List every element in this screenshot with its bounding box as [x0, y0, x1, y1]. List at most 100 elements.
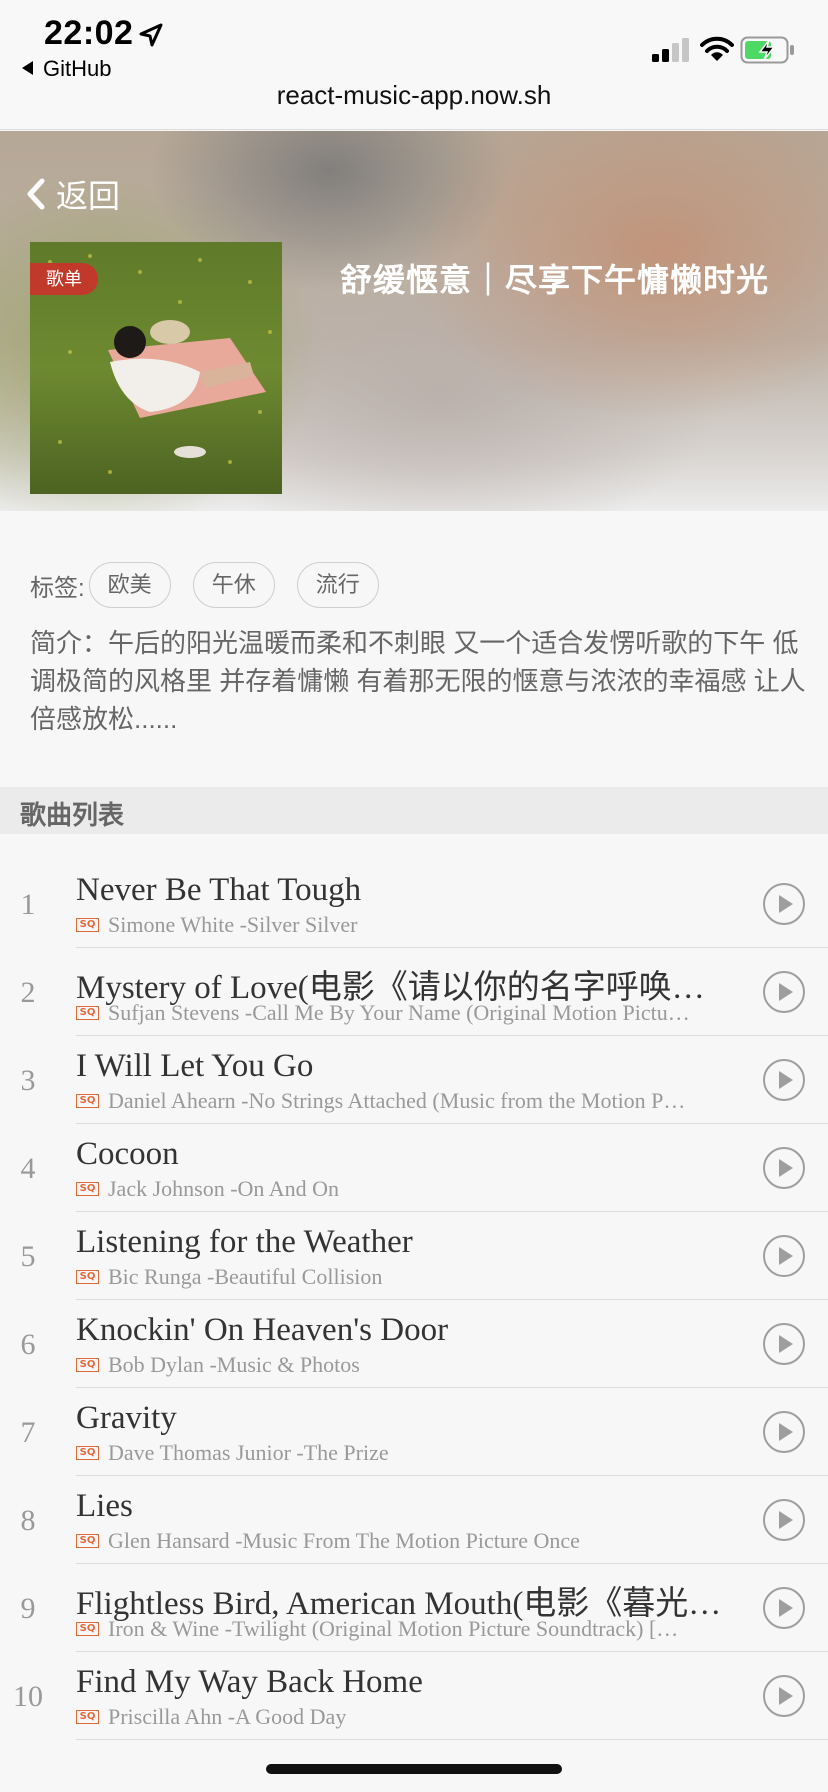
- song-artist-album: Jack Johnson -On And On: [108, 1176, 339, 1201]
- song-body: Listening for the Weather SQ Bic Runga -Be…: [76, 1212, 828, 1300]
- play-circle-icon[interactable]: [762, 882, 806, 926]
- song-row[interactable]: 7 Gravity SQ Dave Thomas Junior -The Prize: [0, 1388, 828, 1476]
- song-row[interactable]: 8 Lies SQ Glen Hansard -Music From The Moti…: [0, 1476, 828, 1564]
- song-index: 8: [20, 1504, 36, 1537]
- play-circle-icon[interactable]: [762, 1410, 806, 1454]
- battery-charging-icon: [740, 36, 794, 64]
- sq-quality-icon: SQ: [76, 1182, 99, 1196]
- song-title: Find My Way Back Home: [76, 1664, 423, 1700]
- song-index: 7: [20, 1416, 36, 1449]
- song-title: I Will Let You Go: [76, 1048, 314, 1084]
- song-artist-album: Dave Thomas Junior -The Prize: [108, 1440, 389, 1465]
- song-body: I Will Let You Go SQ Daniel Ahearn -No Str…: [76, 1036, 828, 1124]
- song-body: Lies SQ Glen Hansard -Music From The Motio…: [76, 1476, 828, 1564]
- song-title: Listening for the Weather: [76, 1224, 413, 1260]
- play-circle-icon[interactable]: [762, 1146, 806, 1190]
- play-circle-icon[interactable]: [762, 1586, 806, 1630]
- song-meta: SQ Bic Runga -Beautiful Collision: [76, 1264, 740, 1290]
- play-circle-icon[interactable]: [762, 1322, 806, 1366]
- song-row[interactable]: 10 Find My Way Back Home SQ Priscilla Ahn -…: [0, 1652, 828, 1740]
- song-row[interactable]: 1 Never Be That Tough SQ Simone White -Silv…: [0, 860, 828, 948]
- sq-quality-icon: SQ: [76, 1534, 99, 1548]
- wifi-icon: [700, 36, 734, 61]
- song-artist-album: Bic Runga -Beautiful Collision: [108, 1264, 383, 1289]
- song-body: Cocoon SQ Jack Johnson -On And On: [76, 1124, 828, 1212]
- song-index: 1: [20, 888, 36, 921]
- home-indicator[interactable]: [266, 1764, 562, 1774]
- song-row[interactable]: 4 Cocoon SQ Jack Johnson -On And On: [0, 1124, 828, 1212]
- song-index: 9: [20, 1592, 36, 1625]
- back-button[interactable]: 返回: [24, 171, 120, 217]
- back-to-app-link[interactable]: GitHub: [22, 56, 111, 82]
- song-title: Knockin' On Heaven's Door: [76, 1312, 449, 1348]
- song-meta: SQ Glen Hansard -Music From The Motion Pi…: [76, 1528, 740, 1554]
- song-artist-album: Sufjan Stevens -Call Me By Your Name (Or…: [108, 1000, 690, 1025]
- song-artist-album: Iron & Wine -Twilight (Original Motion P…: [108, 1616, 679, 1641]
- play-circle-icon[interactable]: [762, 970, 806, 1014]
- song-body: Find My Way Back Home SQ Priscilla Ahn -A …: [76, 1652, 828, 1740]
- song-artist-album: Daniel Ahearn -No Strings Attached (Musi…: [108, 1088, 686, 1113]
- back-app-label: GitHub: [43, 56, 112, 81]
- song-meta: SQ Dave Thomas Junior -The Prize: [76, 1440, 740, 1466]
- song-meta: SQ Priscilla Ahn -A Good Day: [76, 1704, 740, 1730]
- playlist-description: 简介：午后的阳光温暖而柔和不刺眼 又一个适合发愣听歌的下午 低调极简的风格里 并…: [30, 628, 806, 734]
- song-row[interactable]: 5 Listening for the Weather SQ Bic Runga -B…: [0, 1212, 828, 1300]
- song-list: 1 Never Be That Tough SQ Simone White -Silv…: [0, 860, 828, 1740]
- song-row[interactable]: 2 Mystery of Love(电影《请以你的名字呼唤… SQ Sufjan St…: [0, 948, 828, 1036]
- song-body: Gravity SQ Dave Thomas Junior -The Prize: [76, 1388, 828, 1476]
- song-artist-album: Simone White -Silver Silver: [108, 912, 358, 937]
- song-meta: SQ Iron & Wine -Twilight (Original Motion…: [76, 1616, 740, 1642]
- tags-row: 标签: 欧美 午休 流行: [30, 562, 401, 608]
- tag-chip[interactable]: 流行: [296, 562, 379, 608]
- sq-quality-icon: SQ: [76, 1358, 99, 1372]
- signal-icon: [652, 38, 689, 62]
- sq-quality-icon: SQ: [76, 1622, 99, 1636]
- tags-label: 标签:: [30, 574, 85, 602]
- song-row[interactable]: 6 Knockin' On Heaven's Door SQ Bob Dylan -M…: [0, 1300, 828, 1388]
- song-row[interactable]: 3 I Will Let You Go SQ Daniel Ahearn -No St…: [0, 1036, 828, 1124]
- sq-quality-icon: SQ: [76, 1446, 99, 1460]
- song-meta: SQ Sufjan Stevens -Call Me By Your Name (…: [76, 1000, 740, 1026]
- tag-chip[interactable]: 欧美: [88, 562, 171, 608]
- url-bar[interactable]: react-music-app.now.sh: [0, 80, 828, 111]
- song-body: Mystery of Love(电影《请以你的名字呼唤… SQ Sufjan Ste…: [76, 948, 828, 1036]
- sq-quality-icon: SQ: [76, 918, 99, 932]
- status-bar: 22:02 GitHub react-music-app.now.sh: [0, 0, 828, 130]
- song-meta: SQ Bob Dylan -Music & Photos: [76, 1352, 740, 1378]
- back-triangle-icon: [22, 61, 33, 75]
- song-meta: SQ Jack Johnson -On And On: [76, 1176, 740, 1202]
- song-body: Flightless Bird, American Mouth(电影《暮光… SQ…: [76, 1564, 828, 1652]
- playlist-badge: 歌单: [30, 263, 98, 295]
- play-circle-icon[interactable]: [762, 1234, 806, 1278]
- location-arrow-icon: [139, 23, 163, 47]
- song-index: 10: [13, 1680, 43, 1713]
- playlist-cover-image[interactable]: 歌单: [30, 242, 282, 494]
- song-artist-album: Priscilla Ahn -A Good Day: [108, 1704, 347, 1729]
- sq-quality-icon: SQ: [76, 1006, 99, 1020]
- song-index: 2: [20, 976, 36, 1009]
- back-label: 返回: [56, 178, 121, 214]
- song-list-title: 歌曲列表: [20, 800, 125, 830]
- play-circle-icon[interactable]: [762, 1058, 806, 1102]
- song-title: Never Be That Tough: [76, 872, 362, 908]
- song-index: 6: [20, 1328, 36, 1361]
- song-title: Cocoon: [76, 1136, 179, 1172]
- play-circle-icon[interactable]: [762, 1674, 806, 1718]
- sq-quality-icon: SQ: [76, 1710, 99, 1724]
- playlist-title: 舒缓惬意｜尽享下午慵懒时光: [340, 262, 770, 298]
- sq-quality-icon: SQ: [76, 1270, 99, 1284]
- song-index: 5: [20, 1240, 36, 1273]
- song-meta: SQ Simone White -Silver Silver: [76, 912, 740, 938]
- play-circle-icon[interactable]: [762, 1498, 806, 1542]
- song-body: Never Be That Tough SQ Simone White -Silve…: [76, 860, 828, 948]
- song-meta: SQ Daniel Ahearn -No Strings Attached (Mu…: [76, 1088, 740, 1114]
- song-index: 4: [20, 1152, 36, 1185]
- song-row[interactable]: 9 Flightless Bird, American Mouth(电影《暮光… S…: [0, 1564, 828, 1652]
- playlist-header: 返回 歌单 舒缓惬意｜尽享下午慵懒时光: [0, 131, 828, 511]
- song-artist-album: Glen Hansard -Music From The Motion Pict…: [108, 1528, 580, 1553]
- clock: 22:02: [44, 14, 134, 52]
- chevron-left-icon: [27, 178, 45, 210]
- song-index: 3: [20, 1064, 36, 1097]
- tag-chip[interactable]: 午休: [192, 562, 275, 608]
- song-body: Knockin' On Heaven's Door SQ Bob Dylan -Mu…: [76, 1300, 828, 1388]
